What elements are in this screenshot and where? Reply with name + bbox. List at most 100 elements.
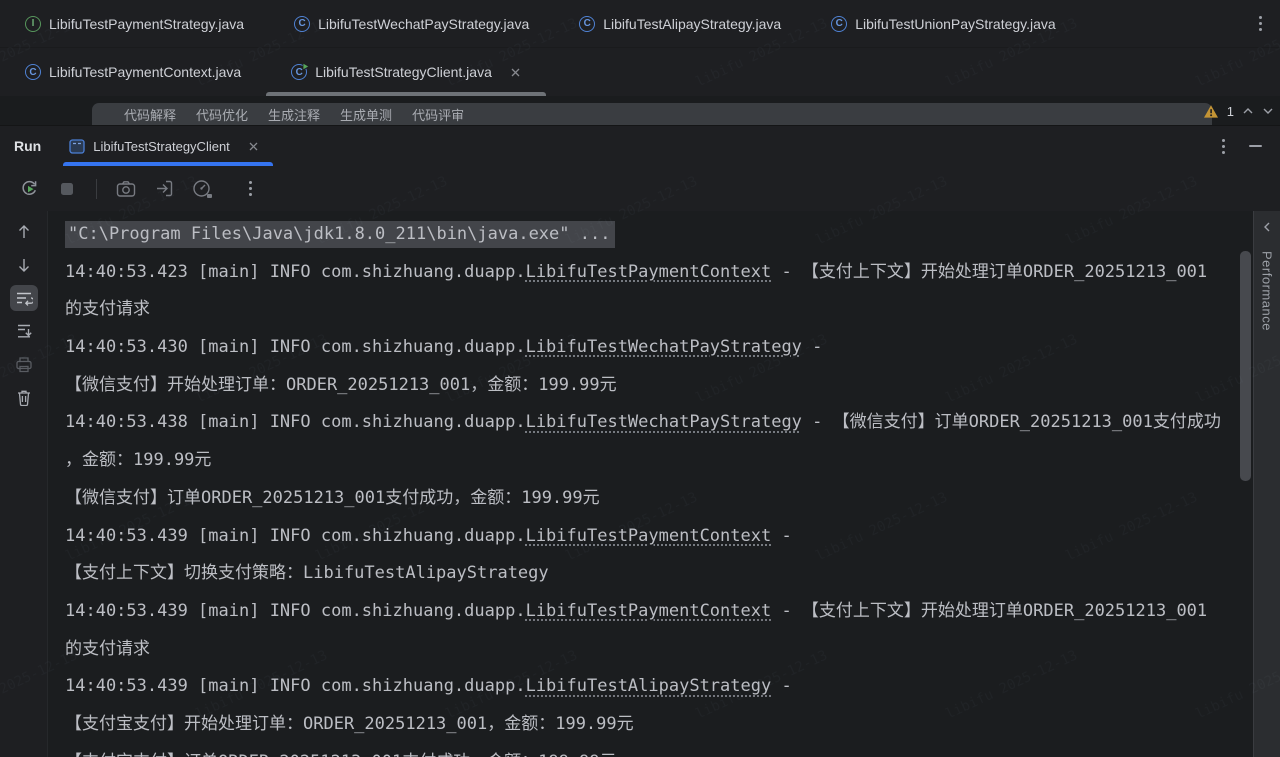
run-panel-title: Run	[14, 138, 42, 154]
inspections-widget: 1	[1203, 100, 1274, 122]
log-text: -	[771, 676, 792, 697]
console-icon	[69, 138, 85, 154]
command-line-text: "C:\Program Files\Java\jdk1.8.0_211\bin\…	[65, 221, 616, 248]
performance-tab[interactable]: Performance	[1260, 251, 1275, 331]
console-line: 【微信支付】开始处理订单：ORDER_20251213_001，金额：199.9…	[65, 367, 1280, 405]
run-tab-label: LibifuTestStrategyClient	[93, 138, 230, 154]
tab-libifutestwechatpaystrategy[interactable]: C LibifuTestWechatPayStrategy.java	[269, 0, 554, 47]
editor-tab-bar-row1: I LibifuTestPaymentStrategy.java C Libif…	[0, 0, 1280, 48]
run-options-kebab-icon[interactable]	[1222, 138, 1225, 154]
down-stacktrace-arrow-icon[interactable]	[10, 252, 38, 278]
tab-libifutestalipaystrategy[interactable]: C LibifuTestAlipayStrategy.java	[554, 0, 806, 47]
logger-class-link[interactable]: LibifuTestWechatPayStrategy	[526, 412, 802, 432]
console-line: 【支付宝支付】订单ORDER_20251213_001支付成功，金额：199.9…	[65, 744, 1280, 757]
tab-label: LibifuTestWechatPayStrategy.java	[318, 15, 530, 32]
prev-problem-chevron-up-icon[interactable]	[1242, 107, 1254, 115]
editor-tab-bar-row2: C LibifuTestPaymentContext.java C Libifu…	[0, 48, 1280, 96]
log-text: 【支付宝支付】订单ORDER_20251213_001支付成功，金额：199.9…	[65, 752, 617, 757]
log-text: - 【微信支付】订单ORDER_20251213_001支付成功	[801, 412, 1221, 433]
warning-count[interactable]: 1	[1227, 104, 1234, 119]
tab-options-kebab-icon[interactable]	[1241, 0, 1280, 47]
logger-class-link[interactable]: LibifuTestAlipayStrategy	[526, 676, 772, 696]
console-line: 的支付请求	[65, 291, 1280, 329]
scroll-to-end-icon[interactable]	[10, 318, 38, 344]
console-line: 14:40:53.430 [main] INFO com.shizhuang.d…	[65, 329, 1280, 367]
warning-icon[interactable]	[1203, 104, 1219, 119]
ai-actions-band: 代码解释 代码优化 生成注释 生成单测 代码评审	[92, 103, 1212, 125]
console-line: 14:40:53.439 [main] INFO com.shizhuang.d…	[65, 518, 1280, 556]
collapse-chevron-left-icon[interactable]	[1262, 221, 1272, 233]
tab-libifuteststrategyclient[interactable]: C LibifuTestStrategyClient.java	[266, 48, 546, 96]
hide-tool-window-icon[interactable]	[1249, 145, 1262, 147]
print-icon[interactable]	[10, 351, 38, 377]
log-text: - 【支付上下文】开始处理订单ORDER_20251213_001	[771, 600, 1208, 621]
console-line: 14:40:53.438 [main] INFO com.shizhuang.d…	[65, 404, 1280, 442]
class-icon: C	[294, 15, 311, 32]
import-arrow-icon	[156, 180, 172, 197]
logger-class-link[interactable]: LibifuTestPaymentContext	[526, 262, 772, 282]
tab-label: LibifuTestAlipayStrategy.java	[603, 15, 782, 32]
log-text: 14:40:53.423 [main] INFO com.shizhuang.d…	[65, 261, 526, 282]
console-line: 【支付宝支付】开始处理订单：ORDER_20251213_001，金额：199.…	[65, 706, 1280, 744]
log-text: 【支付上下文】切换支付策略：LibifuTestAlipayStrategy	[65, 563, 549, 584]
logger-class-link[interactable]: LibifuTestPaymentContext	[526, 526, 772, 546]
console-line: 【支付上下文】切换支付策略：LibifuTestAlipayStrategy	[65, 555, 1280, 593]
thread-dump-button[interactable]	[114, 177, 138, 201]
console-line: 【微信支付】订单ORDER_20251213_001支付成功，金额：199.99…	[65, 480, 1280, 518]
next-problem-chevron-down-icon[interactable]	[1262, 107, 1274, 115]
rerun-icon	[21, 180, 36, 195]
logger-class-link[interactable]: LibifuTestPaymentContext	[526, 601, 772, 621]
log-text: 【微信支付】订单ORDER_20251213_001支付成功，金额：199.99…	[65, 487, 600, 508]
console-line: ，金额：199.99元	[65, 442, 1280, 480]
editor-strip: 代码解释 代码优化 生成注释 生成单测 代码评审 1	[0, 96, 1280, 125]
tab-label: LibifuTestStrategyClient.java	[315, 64, 492, 80]
ai-action-generate-comments[interactable]: 生成注释	[268, 105, 320, 124]
run-header: Run LibifuTestStrategyClient	[0, 126, 1280, 166]
console-output[interactable]: "C:\Program Files\Java\jdk1.8.0_211\bin\…	[48, 211, 1280, 757]
tab-label: LibifuTestUnionPayStrategy.java	[855, 15, 1056, 32]
performance-stripe: Performance	[1253, 211, 1280, 757]
rerun-button[interactable]	[17, 177, 41, 201]
class-icon: C	[579, 15, 596, 32]
console-gutter-toolbar	[0, 211, 48, 757]
ai-action-generate-tests[interactable]: 生成单测	[340, 105, 392, 124]
stop-icon	[61, 182, 73, 195]
clear-all-trash-icon[interactable]	[10, 384, 38, 410]
camera-icon	[116, 180, 136, 197]
log-text: 14:40:53.439 [main] INFO com.shizhuang.d…	[65, 600, 526, 621]
interface-icon: I	[25, 15, 41, 32]
logger-class-link[interactable]: LibifuTestWechatPayStrategy	[526, 337, 802, 357]
run-toolbar	[0, 166, 1280, 211]
log-text: ，金额：199.99元	[65, 450, 212, 471]
gauge-icon	[192, 179, 212, 198]
close-icon[interactable]	[510, 67, 521, 78]
log-text: -	[771, 525, 792, 546]
log-text: 【微信支付】开始处理订单：ORDER_20251213_001，金额：199.9…	[65, 374, 617, 395]
run-tab-libifuteststrategyclient[interactable]: LibifuTestStrategyClient	[63, 126, 273, 166]
run-tool-window: Run LibifuTestStrategyClient "C:\Program…	[0, 125, 1280, 757]
profiler-button[interactable]	[190, 177, 214, 201]
toolbar-more-kebab-icon[interactable]	[228, 177, 252, 201]
log-text: 14:40:53.439 [main] INFO com.shizhuang.d…	[65, 525, 526, 546]
up-stacktrace-arrow-icon[interactable]	[10, 219, 38, 245]
console-line: "C:\Program Files\Java\jdk1.8.0_211\bin\…	[65, 216, 1280, 254]
run-overlay-icon	[302, 62, 311, 71]
runnable-class-icon: C	[291, 62, 311, 80]
console-line: 14:40:53.439 [main] INFO com.shizhuang.d…	[65, 593, 1280, 631]
tab-libifutestpaymentcontext[interactable]: C LibifuTestPaymentContext.java	[0, 48, 266, 96]
ai-action-explain-code[interactable]: 代码解释	[124, 105, 176, 124]
console-lines: "C:\Program Files\Java\jdk1.8.0_211\bin\…	[65, 216, 1280, 757]
soft-wrap-toggle-icon[interactable]	[9, 285, 38, 311]
ai-action-code-review[interactable]: 代码评审	[412, 105, 464, 124]
stop-button[interactable]	[55, 177, 79, 201]
close-icon[interactable]	[248, 141, 259, 152]
log-text: 的支付请求	[65, 638, 150, 659]
restore-layout-button[interactable]	[152, 177, 176, 201]
log-text: 14:40:53.438 [main] INFO com.shizhuang.d…	[65, 412, 526, 433]
tab-libifutestunionpaystrategy[interactable]: C LibifuTestUnionPayStrategy.java	[806, 0, 1081, 47]
toolbar-separator	[96, 178, 97, 199]
run-body: "C:\Program Files\Java\jdk1.8.0_211\bin\…	[0, 211, 1280, 757]
ai-action-optimize-code[interactable]: 代码优化	[196, 105, 248, 124]
tab-libifutestpaymentstrategy[interactable]: I LibifuTestPaymentStrategy.java	[0, 0, 269, 47]
vertical-scrollbar-thumb[interactable]	[1240, 251, 1251, 481]
